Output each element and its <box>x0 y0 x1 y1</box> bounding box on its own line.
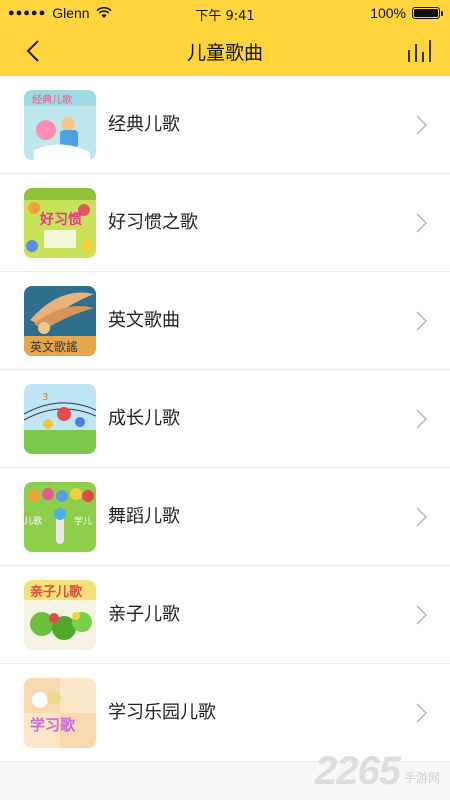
equalizer-bars-icon <box>408 40 431 62</box>
chevron-right-icon <box>416 213 428 233</box>
svg-text:好习惯: 好习惯 <box>39 211 82 228</box>
list-item[interactable]: 儿歌 学儿 舞蹈儿歌 <box>0 468 450 566</box>
item-label: 学习乐园儿歌 <box>108 702 216 723</box>
watermark-number: 2265 <box>315 749 401 793</box>
item-label: 亲子儿歌 <box>108 604 180 625</box>
item-label: 舞蹈儿歌 <box>108 506 180 527</box>
watermark-text: 手游网 <box>403 771 440 785</box>
chevron-right-icon <box>416 409 428 429</box>
chevron-right-icon <box>416 605 428 625</box>
navigation-bar: 儿童歌曲 <box>0 26 450 76</box>
list-item[interactable]: 好习惯 好习惯之歌 <box>0 174 450 272</box>
svg-text:儿歌: 儿歌 <box>24 515 42 527</box>
chevron-right-icon <box>416 311 428 331</box>
category-thumbnail: 学习歌 <box>24 678 96 748</box>
category-thumbnail: 好习惯 <box>24 188 96 258</box>
watermark: 2265 手游网 <box>315 749 440 794</box>
svg-text:亲子儿歌: 亲子儿歌 <box>30 584 83 600</box>
list-item[interactable]: 经典儿歌 经典儿歌 <box>0 76 450 174</box>
category-thumbnail: 3 <box>24 384 96 454</box>
svg-text:学儿: 学儿 <box>74 515 92 527</box>
item-label: 成长儿歌 <box>108 408 180 429</box>
chevron-right-icon <box>416 703 428 723</box>
category-thumbnail: 儿歌 学儿 <box>24 482 96 552</box>
category-thumbnail: 经典儿歌 <box>24 90 96 160</box>
item-label: 经典儿歌 <box>108 114 180 135</box>
svg-text:3: 3 <box>42 392 48 403</box>
song-category-list: 经典儿歌 经典儿歌 好习惯 好习惯之歌 英文歌謠 英文歌曲 3 成长儿歌 儿歌 … <box>0 76 450 762</box>
battery-icon <box>412 7 443 19</box>
svg-text:经典儿歌: 经典儿歌 <box>32 93 72 106</box>
category-thumbnail: 亲子儿歌 <box>24 580 96 650</box>
chevron-right-icon <box>416 507 428 527</box>
battery-percent: 100% <box>370 5 406 21</box>
item-label: 好习惯之歌 <box>108 212 198 233</box>
item-label: 英文歌曲 <box>108 310 180 331</box>
svg-text:英文歌謠: 英文歌謠 <box>30 339 78 354</box>
status-bar: ●●●●● Glenn 下午 9:41 100% <box>0 0 450 26</box>
list-item[interactable]: 3 成长儿歌 <box>0 370 450 468</box>
chevron-right-icon <box>416 115 428 135</box>
svg-text:学习歌: 学习歌 <box>30 716 76 734</box>
list-item[interactable]: 学习歌 学习乐园儿歌 <box>0 664 450 762</box>
category-thumbnail: 英文歌謠 <box>24 286 96 356</box>
page-title: 儿童歌曲 <box>186 42 263 64</box>
list-item[interactable]: 英文歌謠 英文歌曲 <box>0 272 450 370</box>
status-right: 100% <box>370 5 443 21</box>
list-item[interactable]: 亲子儿歌 亲子儿歌 <box>0 566 450 664</box>
equalizer-button[interactable] <box>406 38 434 64</box>
